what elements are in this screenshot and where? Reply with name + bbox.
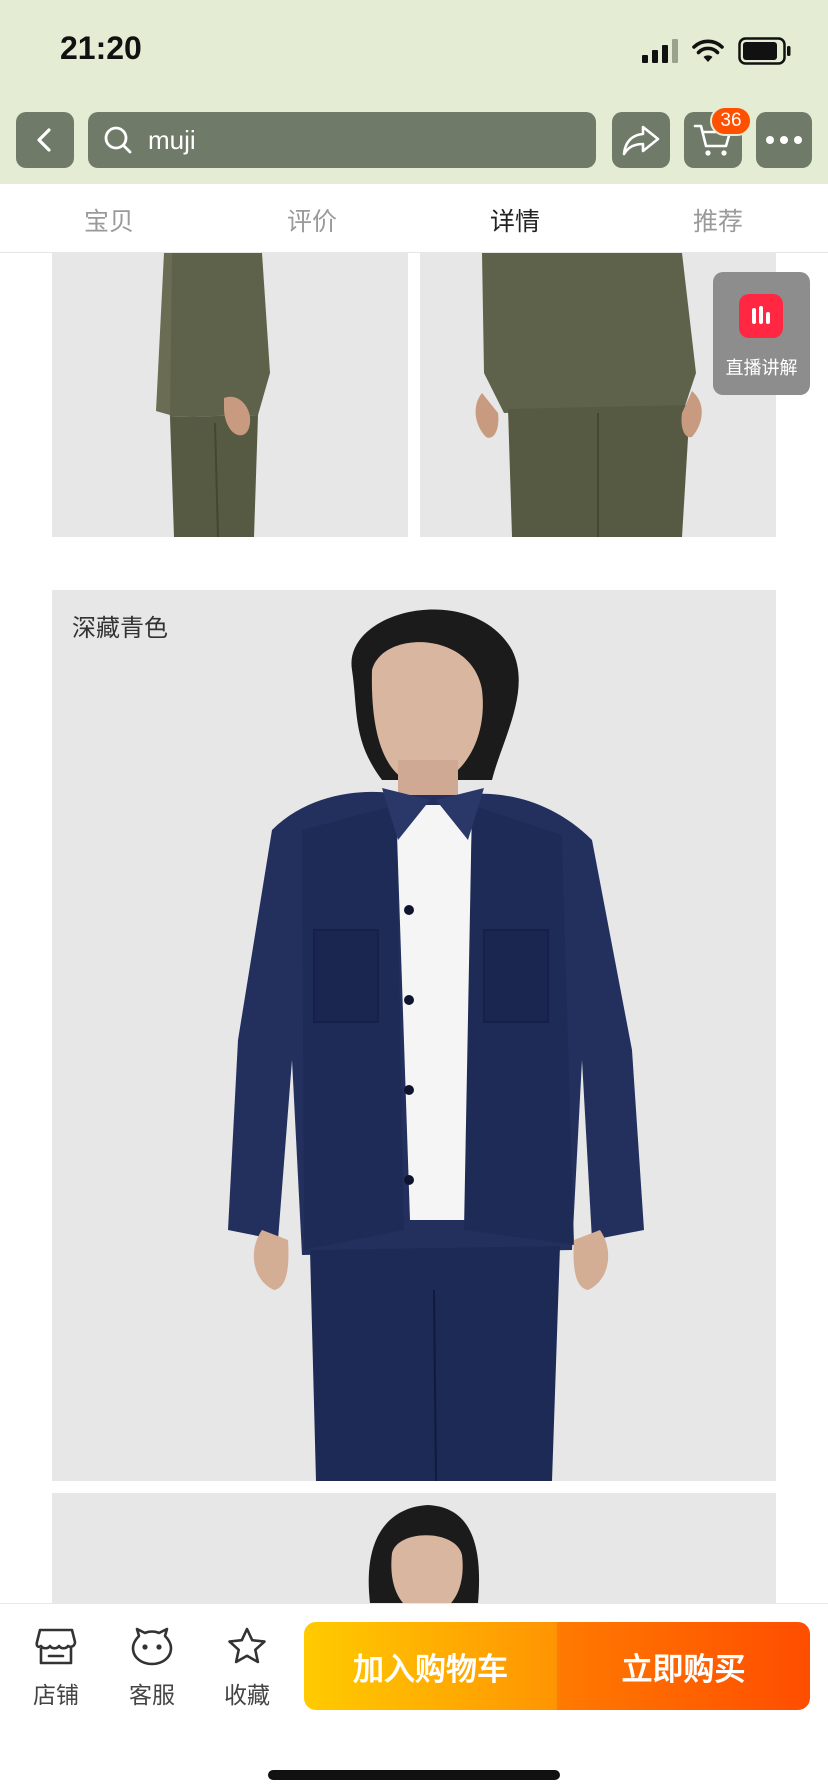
live-explain-button[interactable]: 直播讲解 [713, 272, 810, 395]
share-icon [622, 125, 660, 156]
cart-count-badge: 36 [710, 106, 752, 136]
detail-content[interactable]: 深藏青色 [0, 253, 828, 1603]
buy-now-button[interactable]: 立即购买 [557, 1622, 810, 1710]
share-button[interactable] [612, 112, 670, 168]
store-label: 店铺 [33, 1683, 79, 1709]
search-query: muji [148, 125, 196, 155]
cart-button[interactable]: 36 [684, 106, 752, 168]
status-icons [642, 36, 792, 66]
cellular-signal-icon [642, 39, 678, 63]
more-button[interactable] [756, 112, 812, 168]
product-photo-next [52, 1493, 776, 1603]
store-button[interactable]: 店铺 [16, 1626, 96, 1710]
customer-service-icon [131, 1627, 173, 1666]
tab-reviews[interactable]: 评价 [252, 202, 372, 238]
more-icon [766, 136, 802, 144]
favorite-label: 收藏 [224, 1683, 270, 1709]
status-bar: 21:20 [0, 0, 828, 104]
favorite-button[interactable]: 收藏 [207, 1626, 287, 1710]
tab-bar: 宝贝 评价 详情 推荐 [0, 184, 828, 253]
bottom-action-bar: 店铺 客服 收藏 加入购物车 立即购买 [0, 1603, 828, 1792]
live-stream-icon [739, 294, 783, 338]
add-to-cart-button[interactable]: 加入购物车 [304, 1622, 557, 1710]
customer-service-button[interactable]: 客服 [112, 1626, 192, 1710]
product-photo-front [52, 253, 408, 537]
wifi-icon [692, 39, 724, 62]
status-time: 21:20 [60, 30, 142, 66]
tab-details[interactable]: 详情 [455, 202, 575, 238]
search-input[interactable]: muji [88, 112, 596, 168]
live-explain-label: 直播讲解 [725, 358, 798, 379]
star-icon [228, 1627, 266, 1664]
tab-recommend[interactable]: 推荐 [658, 202, 778, 238]
product-photo-navy: 深藏青色 [52, 590, 776, 1481]
customer-service-label: 客服 [129, 1683, 175, 1709]
tab-item[interactable]: 宝贝 [49, 202, 169, 238]
chevron-left-icon [37, 128, 51, 152]
back-button[interactable] [16, 112, 74, 168]
nav-bar: muji 36 [0, 104, 828, 184]
battery-icon [738, 37, 791, 65]
home-indicator[interactable] [268, 1770, 560, 1780]
color-caption: 深藏青色 [72, 614, 168, 642]
search-icon [104, 126, 132, 154]
store-icon [35, 1628, 77, 1665]
olive-outfit-figure [156, 253, 270, 537]
navy-outfit-figure [228, 609, 644, 1481]
model-head-figure [368, 1505, 480, 1603]
